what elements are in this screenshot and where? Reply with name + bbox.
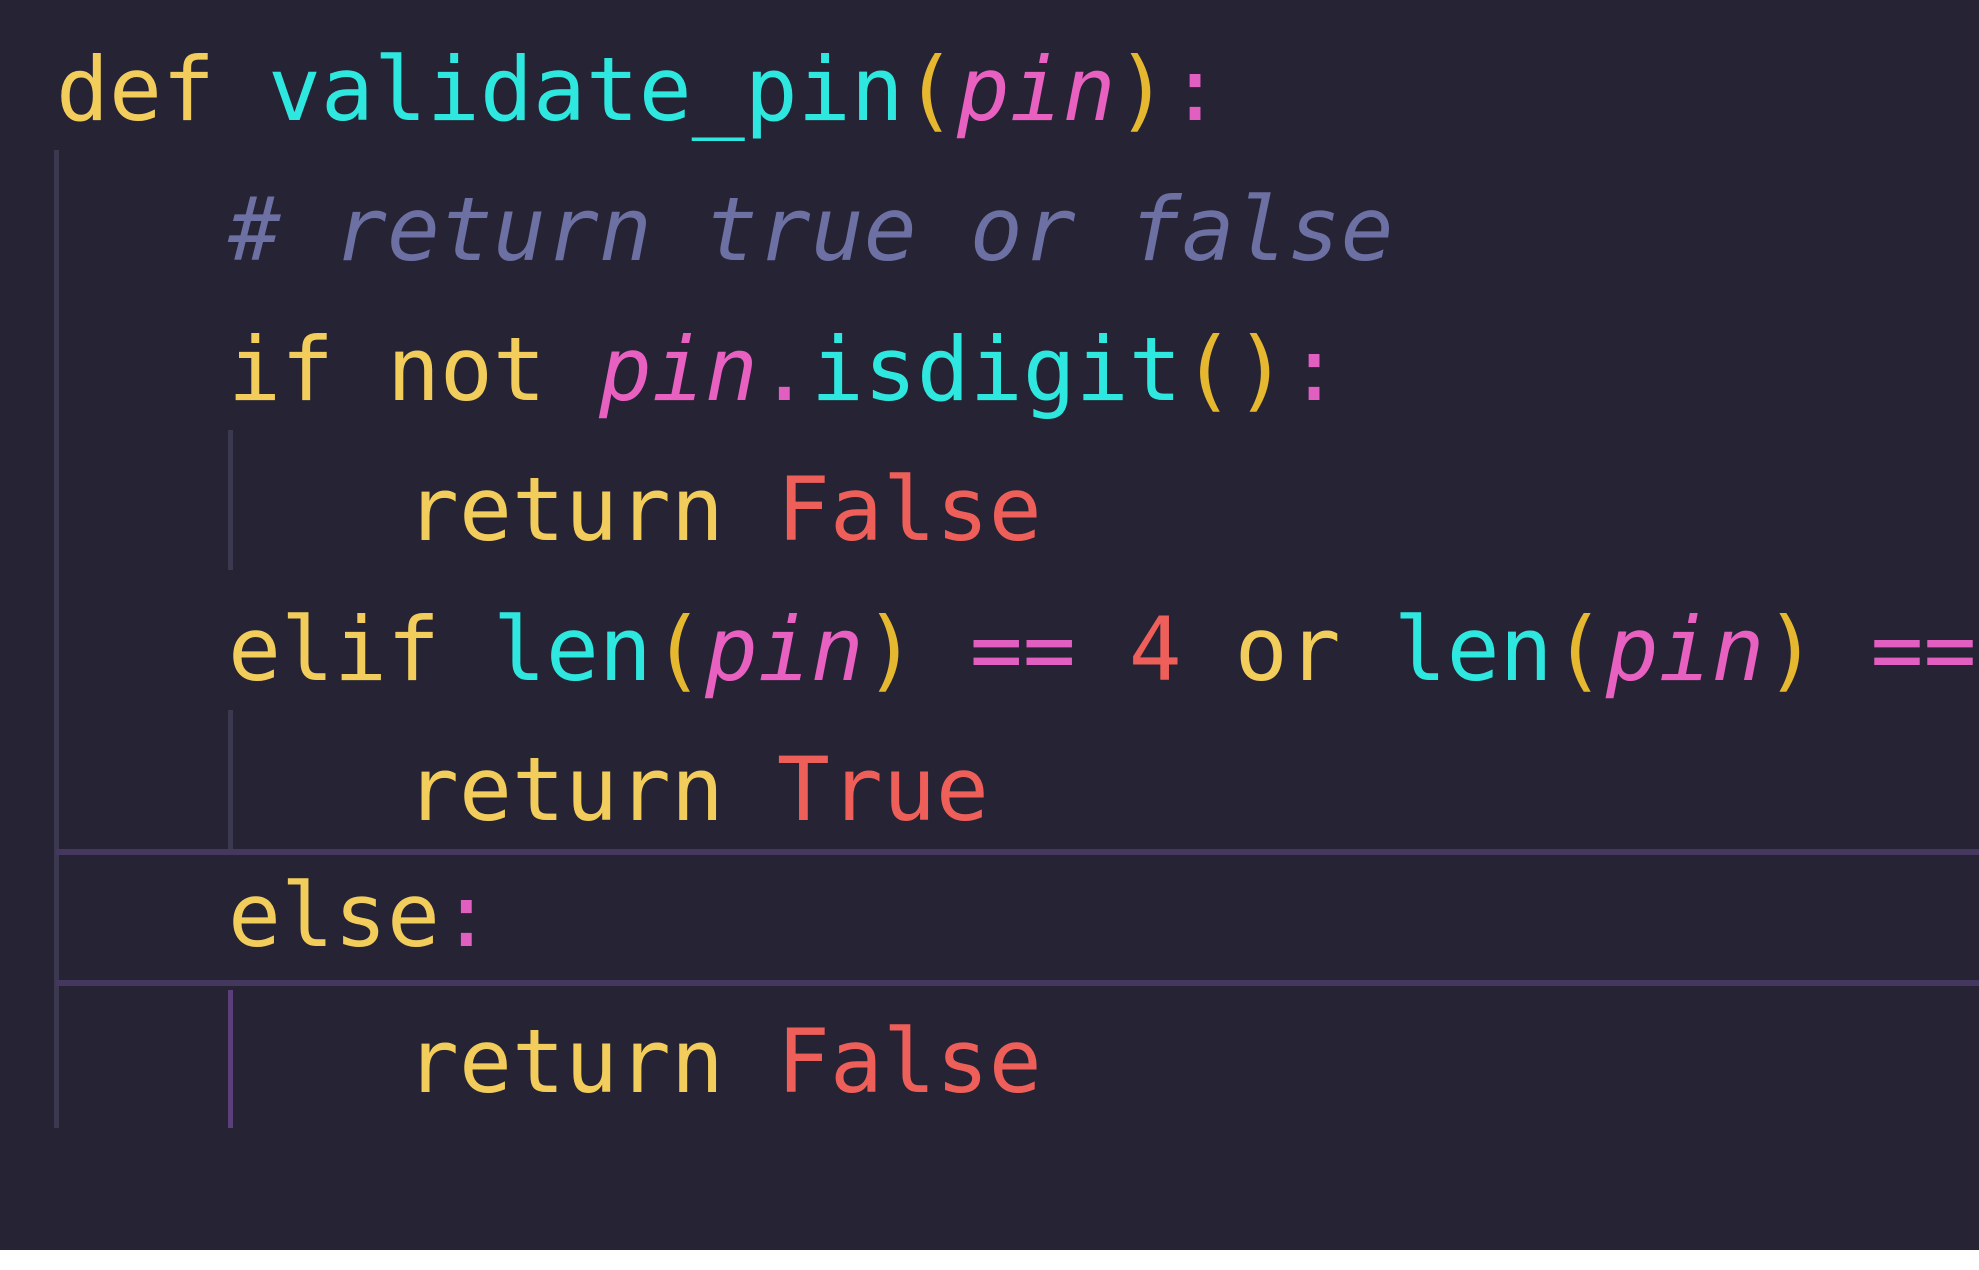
paren-close: ) xyxy=(1764,598,1818,701)
function-len: len xyxy=(1393,598,1553,701)
number-4: 4 xyxy=(1128,598,1182,701)
parameter-pin: pin xyxy=(1605,598,1765,701)
keyword-else: else xyxy=(228,864,440,967)
dot: . xyxy=(757,318,811,421)
colon: : xyxy=(439,864,493,967)
keyword-or: or xyxy=(1234,598,1341,701)
constant-true: True xyxy=(776,738,989,841)
operator-equals: == xyxy=(969,598,1076,701)
keyword-return: return xyxy=(406,458,724,561)
keyword-not: not xyxy=(386,318,546,421)
code-line-8[interactable]: return False xyxy=(406,992,1042,1132)
colon: : xyxy=(1168,38,1222,141)
parameter-pin: pin xyxy=(956,38,1116,141)
keyword-if: if xyxy=(228,318,334,421)
parameter-pin: pin xyxy=(598,318,758,421)
indent-guide-else-body xyxy=(228,990,233,1128)
code-line-1[interactable]: def validate_pin(pin): xyxy=(56,20,1222,160)
constant-false: False xyxy=(776,458,1042,561)
paren-close: ) xyxy=(863,598,917,701)
parameter-pin: pin xyxy=(704,598,864,701)
keyword-elif: elif xyxy=(228,598,440,701)
comment: # return true or false xyxy=(228,178,1394,281)
paren-open: ( xyxy=(651,598,705,701)
function-len: len xyxy=(492,598,652,701)
code-line-3[interactable]: if not pin. isdigit(): xyxy=(228,300,1341,440)
code-line-5[interactable]: elif len(pin) == 4 or len(pin) == 6: xyxy=(228,580,1979,720)
constant-false: False xyxy=(776,1010,1042,1113)
code-line-4[interactable]: return False xyxy=(406,440,1042,580)
keyword-return: return xyxy=(406,1010,724,1113)
paren-close: ) xyxy=(1115,38,1169,141)
code-line-6[interactable]: return True xyxy=(406,720,989,860)
code-editor[interactable]: def validate_pin(pin): # return true or … xyxy=(0,0,1979,1250)
code-line-7[interactable]: else: xyxy=(228,846,493,986)
function-name: validate_pin xyxy=(267,38,904,141)
indent-guide-if-body xyxy=(228,430,233,570)
keyword-return: return xyxy=(406,738,724,841)
method-isdigit: isdigit xyxy=(810,318,1182,421)
paren-open: ( xyxy=(1552,598,1606,701)
call-parens: () xyxy=(1181,318,1288,421)
colon: : xyxy=(1287,318,1341,421)
operator-equals: == xyxy=(1870,598,1977,701)
keyword-def: def xyxy=(56,38,215,141)
indent-guide-elif-body xyxy=(228,710,233,850)
paren-open: ( xyxy=(903,38,957,141)
code-line-2[interactable]: # return true or false xyxy=(228,160,1394,300)
